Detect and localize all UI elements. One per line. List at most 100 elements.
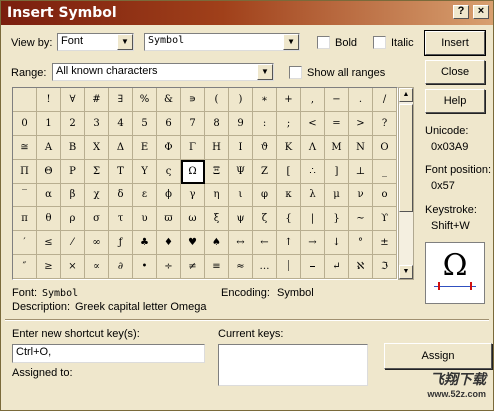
symbol-cell[interactable]: ± (373, 231, 397, 256)
symbol-cell[interactable]: β (61, 183, 85, 208)
symbol-cell[interactable]: ϕ (157, 183, 181, 208)
symbol-cell[interactable]: Π (13, 159, 37, 184)
symbol-cell[interactable]: → (301, 231, 325, 256)
italic-checkbox[interactable] (373, 36, 386, 49)
symbol-cell[interactable]: σ (85, 207, 109, 232)
symbol-cell[interactable]: ω (181, 207, 205, 232)
symbol-cell[interactable]: η (205, 183, 229, 208)
symbol-cell[interactable]: π (13, 207, 37, 232)
symbol-cell[interactable]: 9 (229, 111, 253, 136)
symbol-cell[interactable]: ≥ (37, 255, 61, 279)
symbol-cell[interactable]: Δ (109, 135, 133, 160)
symbol-cell[interactable]: ξ (205, 207, 229, 232)
symbol-cell[interactable]: ‾ (13, 183, 37, 208)
range-select[interactable]: All known characters ▼ (52, 63, 274, 81)
symbol-cell[interactable]: # (85, 88, 109, 112)
symbol-cell[interactable]: ↔ (229, 231, 253, 256)
symbol-cell[interactable]: χ (85, 183, 109, 208)
symbol-cell[interactable]: Λ (301, 135, 325, 160)
view-by-select[interactable]: Font ▼ (57, 33, 134, 51)
symbol-cell[interactable]: ∞ (85, 231, 109, 256)
symbol-cell[interactable]: θ (37, 207, 61, 232)
symbol-cell[interactable]: ♣ (133, 231, 157, 256)
symbol-cell[interactable]: Γ (181, 135, 205, 160)
symbol-cell[interactable]: ϖ (157, 207, 181, 232)
grid-scrollbar[interactable]: ▲ ▼ (398, 87, 414, 280)
symbol-cell[interactable]: ℵ (349, 255, 373, 279)
symbol-cell[interactable]: μ (325, 183, 349, 208)
symbol-cell[interactable]: Ψ (229, 159, 253, 184)
symbol-cell[interactable]: Χ (85, 135, 109, 160)
symbol-cell[interactable]: ≡ (205, 255, 229, 279)
symbol-cell[interactable]: Κ (277, 135, 301, 160)
symbol-cell[interactable]: Β (61, 135, 85, 160)
show-all-ranges-checkbox[interactable] (289, 66, 302, 79)
symbol-cell[interactable]: + (277, 88, 301, 112)
bold-checkbox[interactable] (317, 36, 330, 49)
symbol-cell[interactable]: ζ (253, 207, 277, 232)
symbol-cell[interactable]: κ (277, 183, 301, 208)
symbol-cell[interactable]: α (37, 183, 61, 208)
symbol-cell[interactable]: ∗ (253, 88, 277, 112)
symbol-cell[interactable]: 5 (133, 111, 157, 136)
symbol-cell[interactable] (13, 88, 37, 112)
symbol-cell[interactable]: × (61, 255, 85, 279)
symbol-cell[interactable]: , (301, 88, 325, 112)
symbol-cell[interactable]: Ξ (205, 159, 229, 184)
symbol-cell[interactable]: ← (253, 231, 277, 256)
symbol-cell[interactable]: } (325, 207, 349, 232)
symbol-cell[interactable]: ′ (13, 231, 37, 256)
symbol-cell[interactable]: ƒ (109, 231, 133, 256)
symbol-cell[interactable]: ℑ (373, 255, 397, 279)
symbol-cell[interactable]: • (133, 255, 157, 279)
scroll-thumb[interactable] (399, 104, 413, 212)
symbol-cell[interactable]: ♥ (181, 231, 205, 256)
symbol-cell[interactable]: λ (301, 183, 325, 208)
symbol-cell[interactable]: ∝ (85, 255, 109, 279)
symbol-cell[interactable]: ≈ (229, 255, 253, 279)
font-select[interactable]: Symbol ▼ (144, 33, 300, 51)
symbol-cell[interactable]: υ (133, 207, 157, 232)
chevron-down-icon[interactable]: ▼ (117, 34, 133, 50)
symbol-cell[interactable]: ⎯ (301, 255, 325, 279)
symbol-cell[interactable]: Μ (325, 135, 349, 160)
symbol-cell[interactable]: Φ (157, 135, 181, 160)
symbol-cell[interactable]: τ (109, 207, 133, 232)
symbol-cell[interactable]: ε (133, 183, 157, 208)
symbol-cell[interactable]: Ω (181, 159, 205, 184)
symbol-cell[interactable]: ♠ (205, 231, 229, 256)
symbol-cell[interactable]: | (301, 207, 325, 232)
symbol-cell[interactable]: / (373, 88, 397, 112)
symbol-cell[interactable]: Ι (229, 135, 253, 160)
symbol-cell[interactable]: 6 (157, 111, 181, 136)
symbol-cell[interactable]: ς (157, 159, 181, 184)
symbol-cell[interactable]: … (253, 255, 277, 279)
close-button[interactable]: Close (425, 60, 485, 84)
symbol-cell[interactable]: ν (349, 183, 373, 208)
symbol-cell[interactable]: Ζ (253, 159, 277, 184)
symbol-cell[interactable]: < (301, 111, 325, 136)
symbol-cell[interactable]: . (349, 88, 373, 112)
symbol-cell[interactable]: ↑ (277, 231, 301, 256)
symbol-cell[interactable]: ι (229, 183, 253, 208)
symbol-cell[interactable]: ! (37, 88, 61, 112)
symbol-cell[interactable]: ϒ (373, 207, 397, 232)
close-icon[interactable]: × (473, 5, 489, 19)
symbol-cell[interactable]: 7 (181, 111, 205, 136)
symbol-cell[interactable]: ≅ (13, 135, 37, 160)
help-button[interactable]: Help (425, 89, 485, 113)
symbol-cell[interactable]: 0 (13, 111, 37, 136)
help-title-button[interactable]: ? (453, 5, 469, 19)
symbol-cell[interactable]: ∴ (301, 159, 325, 184)
scroll-down-icon[interactable]: ▼ (399, 265, 413, 279)
symbol-cell[interactable]: γ (181, 183, 205, 208)
symbol-cell[interactable]: ≤ (37, 231, 61, 256)
symbol-cell[interactable]: & (157, 88, 181, 112)
symbol-cell[interactable]: Σ (85, 159, 109, 184)
symbol-cell[interactable]: ⊥ (349, 159, 373, 184)
scroll-up-icon[interactable]: ▲ (399, 88, 413, 102)
symbol-cell[interactable]: ↵ (325, 255, 349, 279)
new-shortcut-input[interactable]: Ctrl+O, (12, 344, 205, 363)
symbol-cell[interactable]: = (325, 111, 349, 136)
symbol-cell[interactable]: Ε (133, 135, 157, 160)
